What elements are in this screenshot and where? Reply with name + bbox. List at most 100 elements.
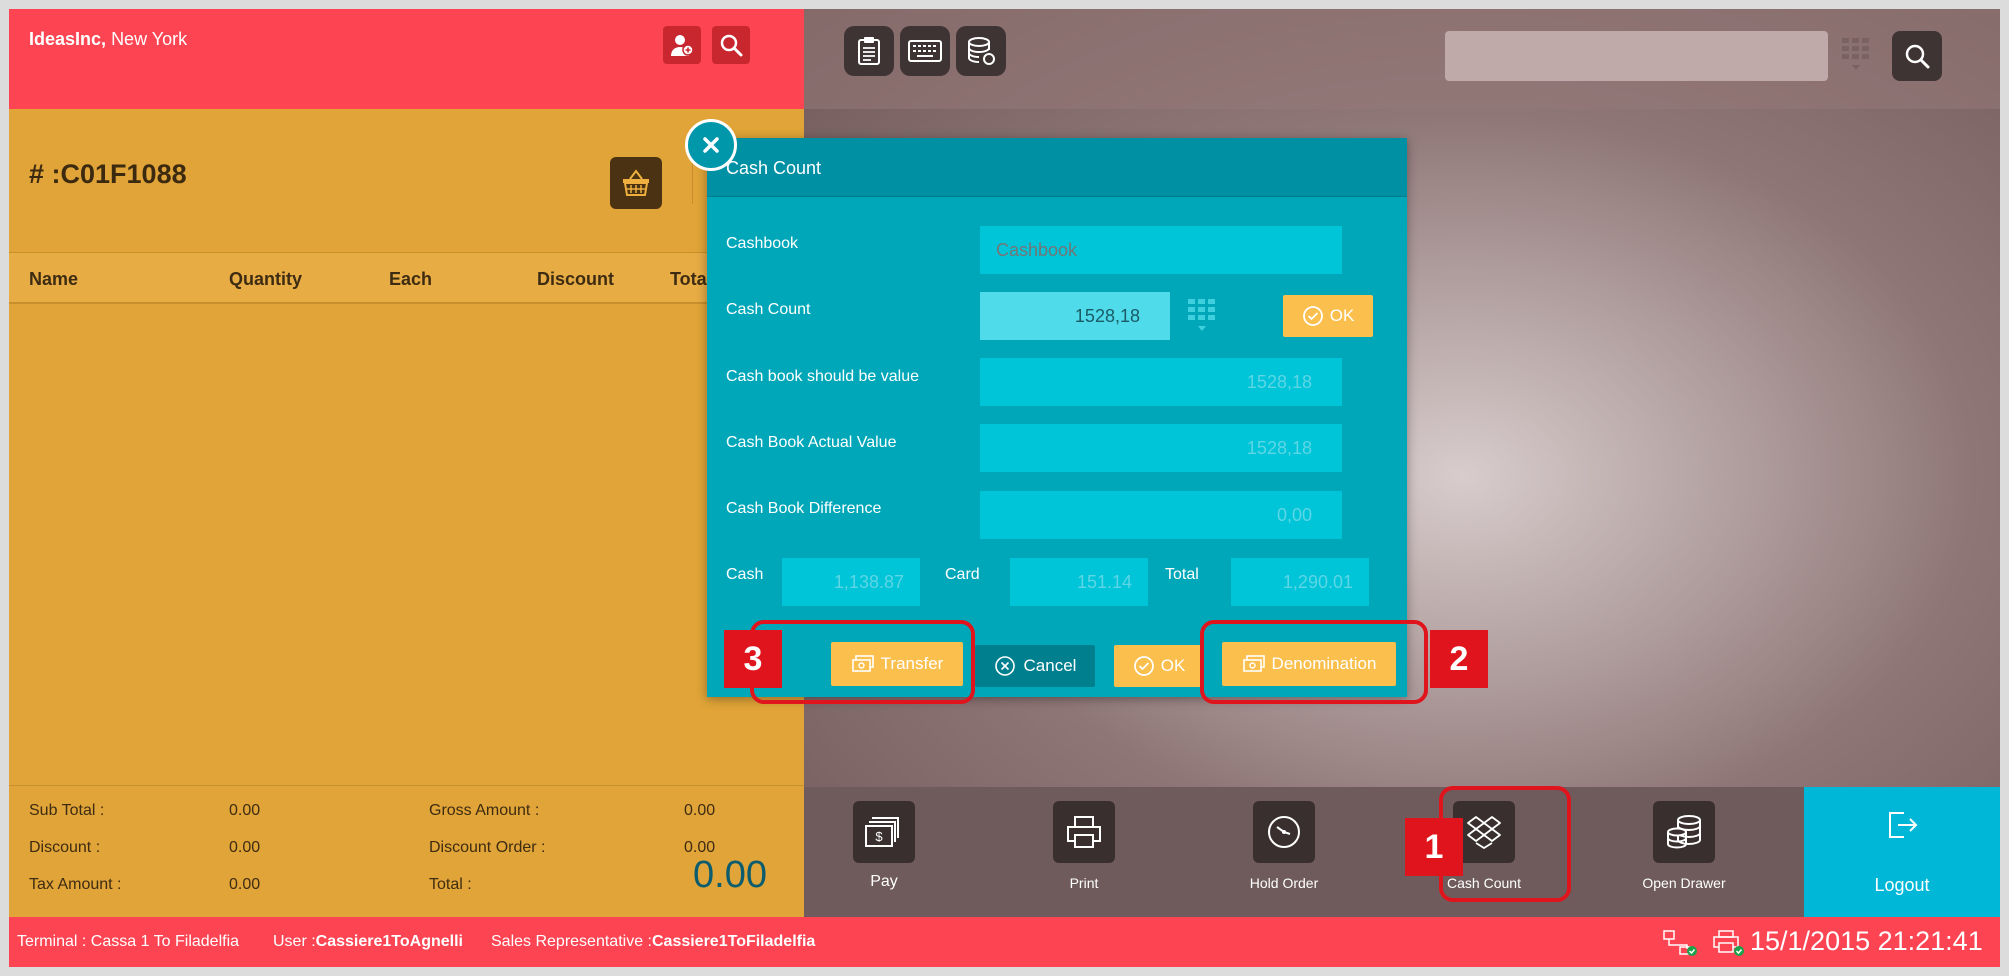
gross-amount-value: 0.00 <box>684 802 716 819</box>
logout-label: Logout <box>1874 875 1930 895</box>
totals-panel: Sub Total : 0.00 Gross Amount : 0.00 Dis… <box>9 785 804 917</box>
total-label: Total <box>1165 566 1199 583</box>
discount-value: 0.00 <box>229 839 261 856</box>
tax-amount-value: 0.00 <box>229 876 261 893</box>
action-bar: $ Pay Print Hold Order Cash Count Open D… <box>804 787 2000 917</box>
sub-total-label: Sub Total : <box>29 802 105 819</box>
terminal-name: Cassa 1 To Filadelfia <box>90 933 240 950</box>
printer-status-icon <box>1713 930 1744 956</box>
total-field <box>1231 558 1369 606</box>
close-icon <box>703 137 719 153</box>
sales-rep-label: Sales Representative : <box>491 933 652 950</box>
search-icon <box>1905 44 1930 69</box>
product-search-input[interactable] <box>1445 31 1828 81</box>
actual-value-field <box>980 424 1342 472</box>
pos-app: IdeasInc, New York # :C01F1088 Name Quan… <box>9 9 2000 967</box>
coins-icon <box>1653 801 1715 863</box>
hold-order-button[interactable]: Hold Order <box>1204 787 1364 917</box>
add-user-icon <box>671 35 694 56</box>
product-search-button[interactable] <box>1892 31 1942 81</box>
check-circle-icon <box>1133 656 1154 676</box>
card-label: Card <box>945 566 980 583</box>
divider <box>692 159 693 204</box>
basket-button[interactable] <box>610 157 662 209</box>
search-icon <box>720 34 743 57</box>
network-status-icon <box>1663 930 1697 956</box>
cash-count-ok-button[interactable]: OK <box>1283 295 1373 337</box>
difference-field <box>980 491 1342 539</box>
cashbook-label: Cashbook <box>726 235 799 252</box>
cash-count-dialog: Cash Count Cashbook Cash Count OK Cash b… <box>707 138 1407 697</box>
sales-rep-info: Sales Representative :Cassiere1ToFiladel… <box>491 933 815 951</box>
dialog-title: Cash Count <box>726 158 822 178</box>
should-be-label: Cash book should be value <box>726 368 920 385</box>
open-drawer-label: Open Drawer <box>1642 875 1726 891</box>
total-label: Total : <box>429 876 472 893</box>
user-name: Cassiere1ToAgnelli <box>315 933 463 950</box>
cancel-circle-icon <box>994 656 1015 676</box>
order-items-list[interactable] <box>9 304 804 785</box>
pay-label: Pay <box>870 873 898 890</box>
pay-button[interactable]: $ Pay <box>804 787 964 917</box>
cash-label: Cash <box>726 566 764 583</box>
clock-icon <box>1253 801 1315 863</box>
difference-label: Cash Book Difference <box>726 500 882 517</box>
tax-amount-label: Tax Amount : <box>29 876 122 893</box>
database-sync-button[interactable] <box>956 26 1006 76</box>
logout-button[interactable]: Logout <box>1804 787 2000 917</box>
keyboard-button[interactable] <box>900 26 950 76</box>
cashbook-input[interactable] <box>980 226 1342 274</box>
database-sync-icon <box>968 37 995 65</box>
keyboard-icon <box>908 40 942 62</box>
should-be-value-field <box>980 358 1342 406</box>
svg-text:$: $ <box>875 829 883 844</box>
column-header-total: Tota <box>670 269 707 289</box>
highlight-transfer <box>750 620 975 704</box>
print-button[interactable]: Print <box>1004 787 1164 917</box>
cancel-label: Cancel <box>1023 656 1077 675</box>
discount-label: Discount : <box>29 839 101 856</box>
grand-total-value: 0.00 <box>693 854 767 896</box>
cash-count-input[interactable] <box>980 292 1170 340</box>
open-drawer-button[interactable]: Open Drawer <box>1604 787 1764 917</box>
annotation-badge-3: 3 <box>724 630 782 688</box>
company-name: IdeasInc, <box>29 29 107 49</box>
datetime-display: 15/1/2015 21:21:41 <box>1750 926 1983 956</box>
terminal-label: Terminal : <box>17 933 91 950</box>
cash-icon: $ <box>853 801 915 863</box>
annotation-badge-2: 2 <box>1430 630 1488 688</box>
actual-value-label: Cash Book Actual Value <box>726 434 897 451</box>
cash-field <box>782 558 920 606</box>
highlight-denomination <box>1200 620 1428 704</box>
logout-icon <box>1889 812 1918 838</box>
column-header-discount: Discount <box>537 269 615 289</box>
numeric-keypad-icon[interactable] <box>1187 298 1217 334</box>
status-bar: Terminal : Cassa 1 To Filadelfia User :C… <box>9 917 2000 967</box>
right-header <box>804 9 2000 109</box>
order-info: # :C01F1088 <box>9 109 804 252</box>
customer-search-button[interactable] <box>712 26 750 64</box>
annotation-badge-1: 1 <box>1405 818 1463 876</box>
column-header-quantity: Quantity <box>229 269 303 289</box>
printer-icon <box>1053 801 1115 863</box>
column-header-each: Each <box>389 269 433 289</box>
gross-amount-label: Gross Amount : <box>429 802 540 819</box>
order-table-header: Name Quantity Each Discount Tota <box>9 252 804 304</box>
discount-order-label: Discount Order : <box>429 839 546 856</box>
card-field <box>1010 558 1148 606</box>
sub-total-value: 0.00 <box>229 802 261 819</box>
add-customer-button[interactable] <box>663 26 701 64</box>
clipboard-button[interactable] <box>844 26 894 76</box>
print-label: Print <box>1069 875 1099 891</box>
basket-icon <box>623 169 649 196</box>
company-location: IdeasInc, New York <box>29 29 187 50</box>
sales-rep-name: Cassiere1ToFiladelfia <box>651 933 816 950</box>
virtual-keypad-icon[interactable] <box>1841 37 1871 73</box>
dialog-close-button[interactable] <box>685 119 737 171</box>
clipboard-icon <box>858 37 880 65</box>
ok-button[interactable]: OK <box>1114 645 1204 687</box>
left-header: IdeasInc, New York <box>9 9 804 109</box>
column-header-name: Name <box>29 269 79 289</box>
cancel-button[interactable]: Cancel <box>975 645 1095 687</box>
user-label: User : <box>273 933 316 950</box>
